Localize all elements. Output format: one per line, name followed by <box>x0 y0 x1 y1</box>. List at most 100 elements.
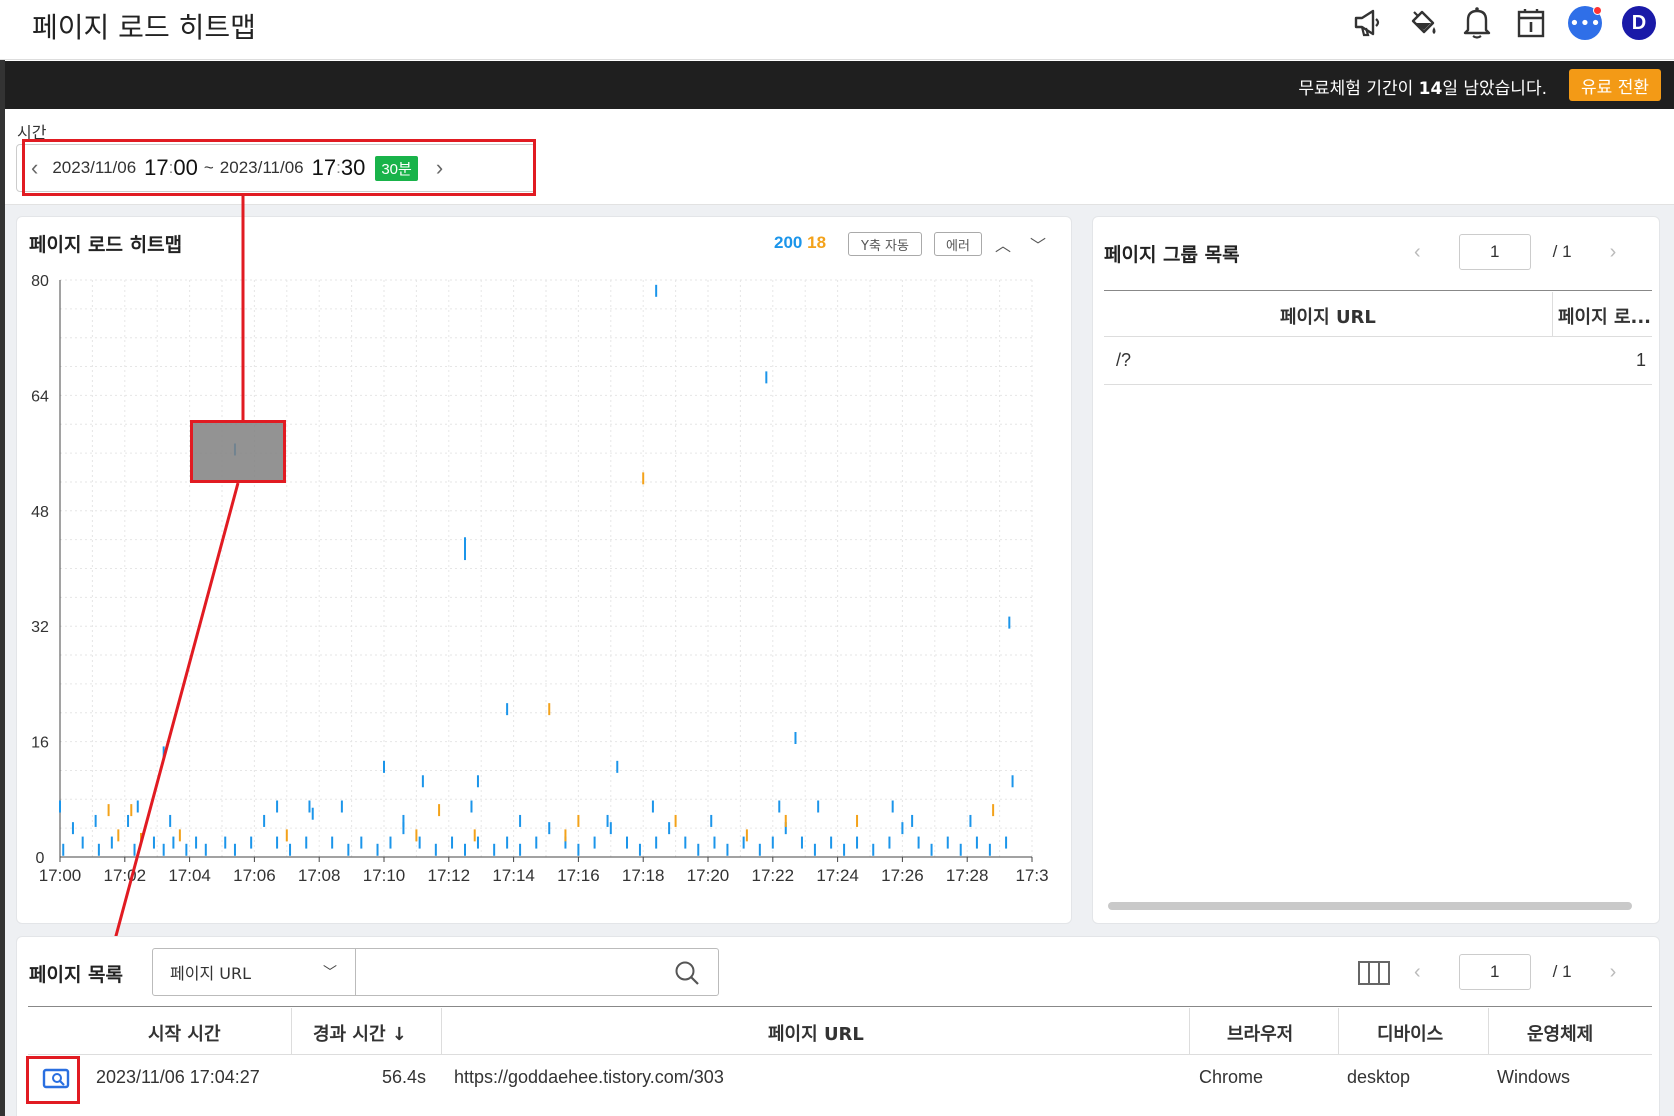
start-date: 2023/11/06 <box>52 158 137 177</box>
col-page-url[interactable]: 페이지 URL <box>768 1020 864 1046</box>
time-label: 시간 <box>17 123 47 142</box>
x-tick-label: 17:18 <box>622 866 665 885</box>
columns-icon[interactable] <box>1358 960 1390 990</box>
group-col-url[interactable]: 페이지 URL <box>1280 303 1376 329</box>
y-tick-label: 64 <box>31 388 49 405</box>
x-tick-label: 17:24 <box>816 866 859 885</box>
chevron-down-icon: ﹀ <box>323 965 337 981</box>
top-bar: 페이지 로드 히트맵 ••• D <box>0 0 1674 60</box>
end-minute: 30 <box>340 155 366 180</box>
y-tick-label: 16 <box>31 735 49 752</box>
heatmap-title: 페이지 로드 히트맵 <box>29 234 183 256</box>
sort-desc-icon[interactable]: ↓ <box>392 1024 407 1045</box>
search-icon[interactable] <box>674 960 700 990</box>
col-os[interactable]: 운영체제 <box>1527 1020 1593 1046</box>
avatar[interactable]: D <box>1622 6 1656 40</box>
view-detail-icon[interactable] <box>42 1067 70 1095</box>
page-total: / 1 <box>1552 962 1572 981</box>
x-tick-label: 17:16 <box>557 866 600 885</box>
page-title: 페이지 로드 히트맵 <box>32 11 256 44</box>
error-count[interactable]: 18 <box>807 233 826 252</box>
upgrade-button[interactable]: 유료 전환 <box>1569 69 1661 101</box>
row-device: desktop <box>1347 1067 1411 1087</box>
y-tick-label: 80 <box>31 273 49 290</box>
divider <box>1488 1008 1489 1054</box>
normal-count[interactable]: 200 <box>774 233 802 252</box>
page-input[interactable]: 1 <box>1458 234 1531 270</box>
group-row-count: 1 <box>1636 350 1647 370</box>
end-date: 2023/11/06 <box>219 158 304 177</box>
y-tick-label: 48 <box>31 504 49 521</box>
start-hour: 17 <box>144 155 169 180</box>
search-input[interactable] <box>355 948 719 996</box>
row-elapsed: 56.4s <box>382 1067 427 1087</box>
col-device[interactable]: 디바이스 <box>1377 1020 1443 1046</box>
x-tick-label: 17:00 <box>39 866 82 885</box>
range-separator: ~ <box>203 158 214 177</box>
search-field-select[interactable]: 페이지 URL ﹀ <box>152 948 356 996</box>
divider <box>1338 1008 1339 1054</box>
top-icon-group: ••• D <box>1352 6 1656 40</box>
x-tick-label: 17:02 <box>104 866 147 885</box>
next-range-icon[interactable]: › <box>428 155 451 181</box>
page-total: / 1 <box>1552 242 1572 261</box>
pager-next-icon[interactable]: › <box>1610 961 1617 984</box>
group-col-load[interactable]: 페이지 로... <box>1558 303 1651 329</box>
trial-message: 무료체험 기간이 14일 남았습니다. <box>1298 79 1547 99</box>
row-browser: Chrome <box>1199 1067 1264 1087</box>
group-list-title: 페이지 그룹 목록 <box>1104 244 1240 266</box>
x-tick-label: 17:04 <box>168 866 211 885</box>
divider <box>1104 336 1652 337</box>
duration-badge[interactable]: 30분 <box>375 155 418 181</box>
y-tick-label: 32 <box>31 619 49 636</box>
end-hour: 17 <box>311 155 337 180</box>
pager-next-icon[interactable]: › <box>1610 241 1617 264</box>
chevron-down-icon[interactable]: ﹀ <box>1030 232 1046 256</box>
calendar-icon[interactable] <box>1514 6 1548 40</box>
row-start-time: 2023/11/06 17:04:27 <box>96 1067 260 1087</box>
x-tick-label: 17:12 <box>428 866 471 885</box>
group-row-url[interactable]: /? <box>1116 350 1131 371</box>
time-range-picker[interactable]: ‹ 2023/11/06 17:00 ~ 2023/11/06 17:30 30… <box>16 144 536 192</box>
pager-prev-icon[interactable]: ‹ <box>1414 961 1421 984</box>
x-tick-label: 17:06 <box>233 866 276 885</box>
x-tick-label: 17:10 <box>363 866 406 885</box>
x-tick-label: 17:28 <box>946 866 989 885</box>
pager-prev-icon[interactable]: ‹ <box>1414 241 1421 264</box>
col-start-time[interactable]: 시작 시간 <box>148 1020 221 1046</box>
x-tick-label: 17:08 <box>298 866 341 885</box>
divider <box>1104 290 1652 291</box>
row-os: Windows <box>1497 1067 1571 1087</box>
trial-banner: 무료체험 기간이 14일 남았습니다. 유료 전환 <box>5 61 1674 109</box>
divider <box>291 1008 292 1054</box>
y-tick-label: 0 <box>36 850 45 867</box>
page-list-title: 페이지 목록 <box>29 964 124 986</box>
y-axis-auto-button[interactable]: Y축 자동 <box>848 232 922 256</box>
paint-bucket-icon[interactable] <box>1406 6 1440 40</box>
page-list-pager: ‹ 1 / 1 › <box>1414 954 1616 990</box>
x-tick-label: 17:14 <box>492 866 535 885</box>
divider <box>1189 1008 1190 1054</box>
divider <box>1104 384 1652 385</box>
col-browser[interactable]: 브라우저 <box>1227 1020 1293 1046</box>
bell-icon[interactable] <box>1460 6 1494 40</box>
x-tick-label: 17:26 <box>881 866 924 885</box>
divider <box>1552 292 1553 336</box>
divider <box>28 1006 1652 1007</box>
col-elapsed-time[interactable]: 경과 시간 ↓ <box>313 1020 407 1046</box>
megaphone-icon[interactable] <box>1352 6 1386 40</box>
heatmap-chart[interactable]: 0 16 32 48 64 80 17:00 17:02 17:04 17:06 17:08 17:1… <box>16 266 1076 906</box>
table-row[interactable]: 2023/11/06 17:04:27 56.4s https://goddae… <box>28 1055 1652 1103</box>
row-url[interactable]: https://goddaehee.tistory.com/303 <box>454 1067 724 1088</box>
chat-icon[interactable]: ••• <box>1568 6 1602 40</box>
page-input[interactable]: 1 <box>1458 954 1531 990</box>
error-filter-button[interactable]: 에러 <box>934 232 982 256</box>
chevron-up-icon[interactable]: ︿ <box>995 232 1011 256</box>
x-tick-label: 17:3 <box>1015 866 1048 885</box>
group-list-pager: ‹ 1 / 1 › <box>1414 234 1616 270</box>
prev-range-icon[interactable]: ‹ <box>31 155 46 181</box>
heatmap-legend: 200 18 <box>774 233 826 253</box>
x-tick-label: 17:22 <box>752 866 795 885</box>
horizontal-scrollbar[interactable] <box>1108 902 1632 910</box>
x-tick-label: 17:20 <box>687 866 730 885</box>
